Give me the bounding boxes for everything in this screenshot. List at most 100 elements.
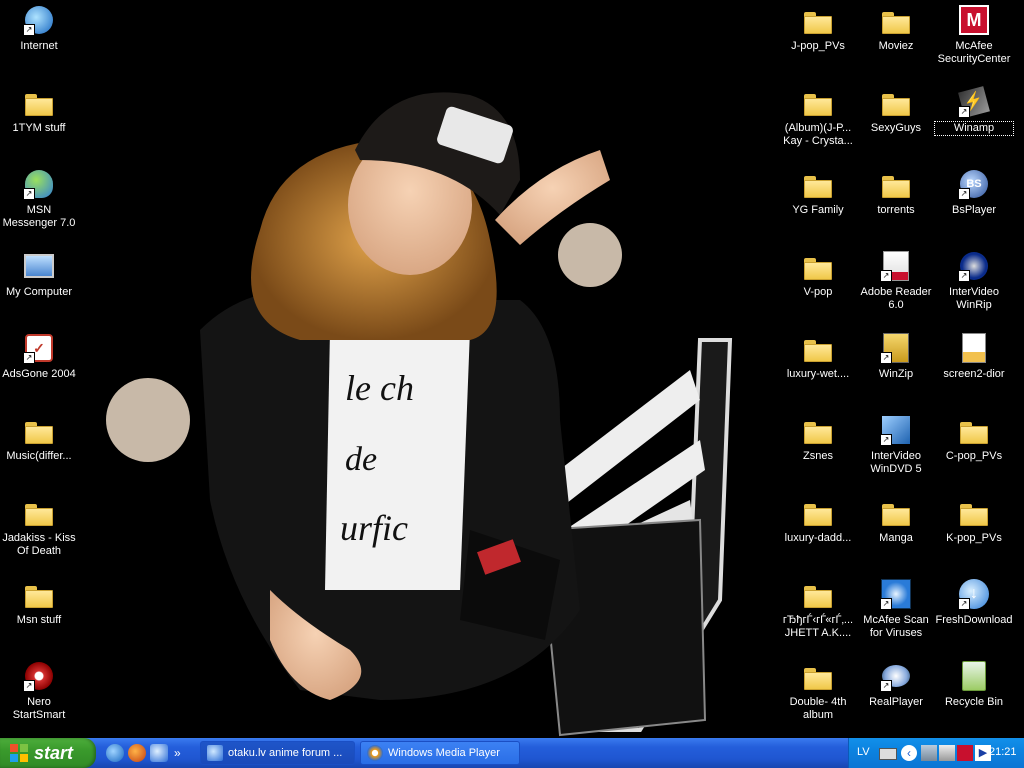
desktop-icon[interactable]: luxury-wet.... [779,332,857,381]
winrip-icon: ↗ [958,250,990,282]
shortcut-arrow-icon: ↗ [880,270,892,282]
desktop-icon[interactable]: torrents [857,168,935,217]
folder-icon [802,86,834,118]
quick-launch-more-chevron[interactable]: » [174,746,181,760]
windows-logo-icon [10,744,28,762]
desktop-icon-label: J-pop_PVs [791,40,845,52]
folder-icon [880,86,912,118]
folder-icon [958,414,990,446]
shortcut-arrow-icon: ↗ [880,434,892,446]
desktop-icon-label: torrents [877,204,915,216]
volume-icon[interactable] [939,745,955,761]
desktop-icon[interactable]: screen2-dior [935,332,1013,381]
internet-explorer-icon[interactable] [106,744,124,762]
desktop-icon-label: Msn stuff [16,614,62,626]
folder-icon [802,168,834,200]
desktop-icon-label: McAfee Scan for Viruses [863,614,929,639]
firefox-icon[interactable] [128,744,146,762]
mcafee-tray-icon[interactable] [957,745,973,761]
desktop-icon[interactable]: ↗ MSN Messenger 7.0 [0,168,78,230]
clock: 21:21 [989,746,1017,758]
desktop[interactable]: le ch de urfic ↗ Internet 1TYM stuff ↗ MSN M… [0,0,1024,738]
bsplayer-icon: BS ↗ [958,168,990,200]
task-button-otaku-forum[interactable]: otaku.lv anime forum ... [200,741,355,765]
desktop-icon[interactable]: YG Family [779,168,857,217]
desktop-icon-label: 1TYM stuff [12,122,66,134]
desktop-icon[interactable]: ↗ Internet [0,4,78,53]
desktop-icon[interactable]: V-pop [779,250,857,299]
folder-icon [802,414,834,446]
nero-icon: ↗ [23,660,55,692]
desktop-icon[interactable]: ↗ Adobe Reader 6.0 [857,250,935,312]
desktop-icon[interactable]: Music(differ... [0,414,78,463]
desktop-icon-label: FreshDownload [935,614,1013,626]
desktop-icon[interactable]: ↗ McAfee Scan for Viruses [857,578,935,640]
msn-messenger-icon: ↗ [23,168,55,200]
desktop-icon[interactable]: гЂђгЃ‹гЃ«гЃ‚... JHETT A.K.... [779,578,857,640]
desktop-icon-label: McAfee SecurityCenter [937,40,1011,65]
desktop-icon[interactable]: ↗ InterVideo WinRip [935,250,1013,312]
folder-icon [958,496,990,528]
desktop-icon[interactable]: (Album)(J-P... Kay - Crysta... [779,86,857,148]
desktop-icon[interactable]: ↗ RealPlayer [857,660,935,709]
desktop-icon-label: luxury-dadd... [784,532,852,544]
desktop-icon[interactable]: luxury-dadd... [779,496,857,545]
desktop-icon-label: V-pop [803,286,833,298]
desktop-icon[interactable]: Recycle Bin [935,660,1013,709]
desktop-icon[interactable]: SexyGuys [857,86,935,135]
desktop-icon-label: SexyGuys [870,122,922,134]
desktop-icon[interactable]: ↓ ↗ FreshDownload [935,578,1013,627]
desktop-icon-label: K-pop_PVs [946,532,1002,544]
shortcut-arrow-icon: ↗ [880,598,892,610]
desktop-icon-label: WinZip [878,368,914,380]
desktop-icon-label: (Album)(J-P... Kay - Crysta... [783,122,853,147]
media-player-icon [367,745,383,761]
desktop-icon-label: Recycle Bin [944,696,1004,708]
desktop-icon-label: AdsGone 2004 [2,368,76,380]
desktop-icon[interactable]: C-pop_PVs [935,414,1013,463]
shortcut-arrow-icon: ↗ [958,270,970,282]
desktop-icon[interactable]: M McAfee SecurityCenter [935,4,1013,66]
start-button[interactable]: start [0,738,96,768]
recycle-bin-icon [958,660,990,692]
language-indicator[interactable]: LV [857,746,870,758]
task-button-windows-media-player[interactable]: Windows Media Player [360,741,520,765]
desktop-icon[interactable]: ⚡ ↗ Winamp [934,86,1014,136]
desktop-icon[interactable]: 1TYM stuff [0,86,78,135]
desktop-icon[interactable]: ↗ WinZip [857,332,935,381]
desktop-icon[interactable]: Zsnes [779,414,857,463]
desktop-icon-label: Jadakiss - Kiss Of Death [2,532,76,557]
winzip-icon: ↗ [880,332,912,364]
folder-icon [880,168,912,200]
desktop-icon[interactable]: Msn stuff [0,578,78,627]
desktop-icon[interactable]: ↗ Nero StartSmart [0,660,78,722]
folder-icon [802,250,834,282]
shortcut-arrow-icon: ↗ [23,188,35,200]
desktop-icon-label: RealPlayer [869,696,923,708]
desktop-icon[interactable]: Moviez [857,4,935,53]
desktop-icon-label: Nero StartSmart [12,696,66,721]
taskbar: start » otaku.lv anime forum ... Windows… [0,738,1024,768]
my-computer-icon [23,250,55,282]
desktop-icon-label: YG Family [792,204,844,216]
desktop-icon-label: Music(differ... [6,450,72,462]
desktop-icon[interactable]: ✓ ↗ AdsGone 2004 [0,332,78,381]
desktop-icon-label: luxury-wet.... [786,368,850,380]
desktop-icon[interactable]: ↗ InterVideo WinDVD 5 [857,414,935,476]
outlook-express-icon[interactable] [150,744,168,762]
desktop-icon[interactable]: Jadakiss - Kiss Of Death [0,496,78,558]
keyboard-icon[interactable] [879,748,897,760]
desktop-icon[interactable]: Double- 4th album [779,660,857,722]
network-icon[interactable] [921,745,937,761]
adsgone-icon: ✓ ↗ [23,332,55,364]
desktop-icon-label: Double- 4th album [789,696,847,721]
desktop-icon[interactable]: K-pop_PVs [935,496,1013,545]
folder-icon [802,660,834,692]
start-label: start [34,742,74,763]
desktop-icon[interactable]: My Computer [0,250,78,299]
internet-explorer-icon [207,745,223,761]
tray-expand-chevron-icon[interactable]: ‹ [901,745,917,761]
desktop-icon[interactable]: BS ↗ BsPlayer [935,168,1013,217]
desktop-icon[interactable]: J-pop_PVs [779,4,857,53]
desktop-icon[interactable]: Manga [857,496,935,545]
